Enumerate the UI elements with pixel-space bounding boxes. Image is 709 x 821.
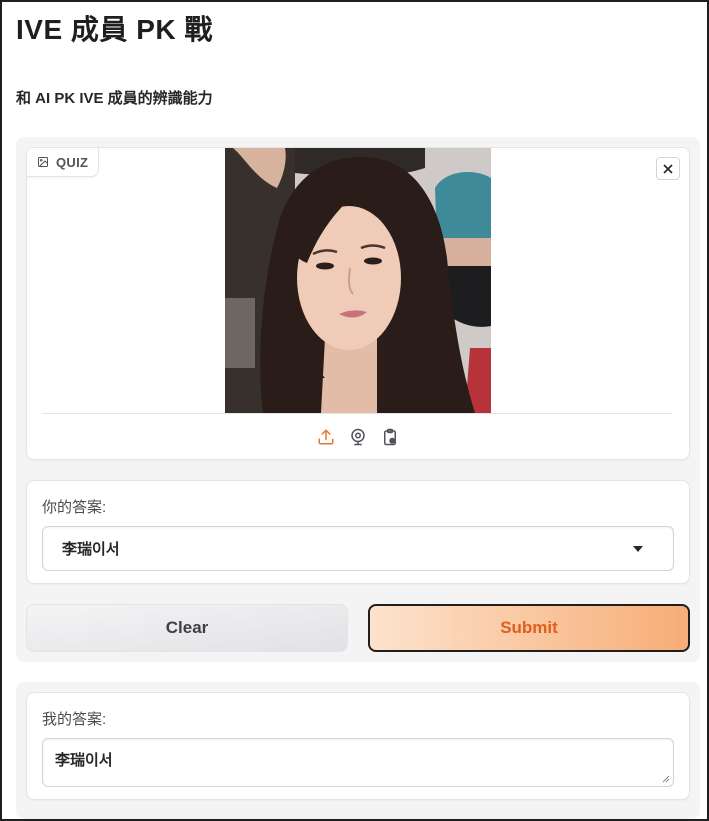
answer-dropdown-label: 你的答案: (42, 499, 107, 516)
input-panel: QUIZ 你的答案: 李瑞이서 Clear Submit (16, 137, 700, 662)
clipboard-source-button[interactable] (381, 428, 399, 446)
webcam-icon (349, 428, 367, 446)
upload-icon (317, 428, 335, 446)
quiz-label: QUIZ (56, 154, 89, 170)
quiz-label-badge: QUIZ (27, 148, 100, 177)
quiz-image-component[interactable]: QUIZ (26, 147, 690, 460)
clear-button-label: Clear (165, 618, 209, 637)
result-textbox[interactable]: 李瑞이서 (42, 738, 674, 787)
quiz-image (225, 148, 491, 413)
result-label: 我的答案: (42, 711, 107, 728)
answer-dropdown-input[interactable] (43, 527, 623, 570)
submit-button[interactable]: Submit (368, 604, 690, 652)
resize-handle-icon[interactable] (662, 775, 670, 783)
submit-button-label: Submit (500, 618, 558, 637)
answer-dropdown-component: 你的答案: (26, 480, 690, 584)
upload-source-button[interactable] (317, 428, 335, 446)
page-title: IVE 成員 PK 戰 (16, 14, 213, 45)
clear-button[interactable]: Clear (26, 604, 348, 652)
clipboard-icon (381, 428, 399, 446)
webcam-source-button[interactable] (349, 428, 367, 446)
image-divider (42, 413, 672, 414)
output-panel: 我的答案: 李瑞이서 (16, 682, 700, 819)
result-textbox-component: 我的答案: 李瑞이서 (26, 692, 690, 800)
chevron-down-icon[interactable] (633, 546, 643, 552)
page-subtitle: 和 AI PK IVE 成員的辨識能力 (16, 90, 213, 107)
clear-image-button[interactable] (656, 157, 680, 180)
close-icon (663, 163, 673, 174)
image-icon (37, 156, 49, 168)
answer-dropdown[interactable] (42, 526, 674, 571)
result-textarea[interactable]: 李瑞이서 (43, 739, 673, 786)
